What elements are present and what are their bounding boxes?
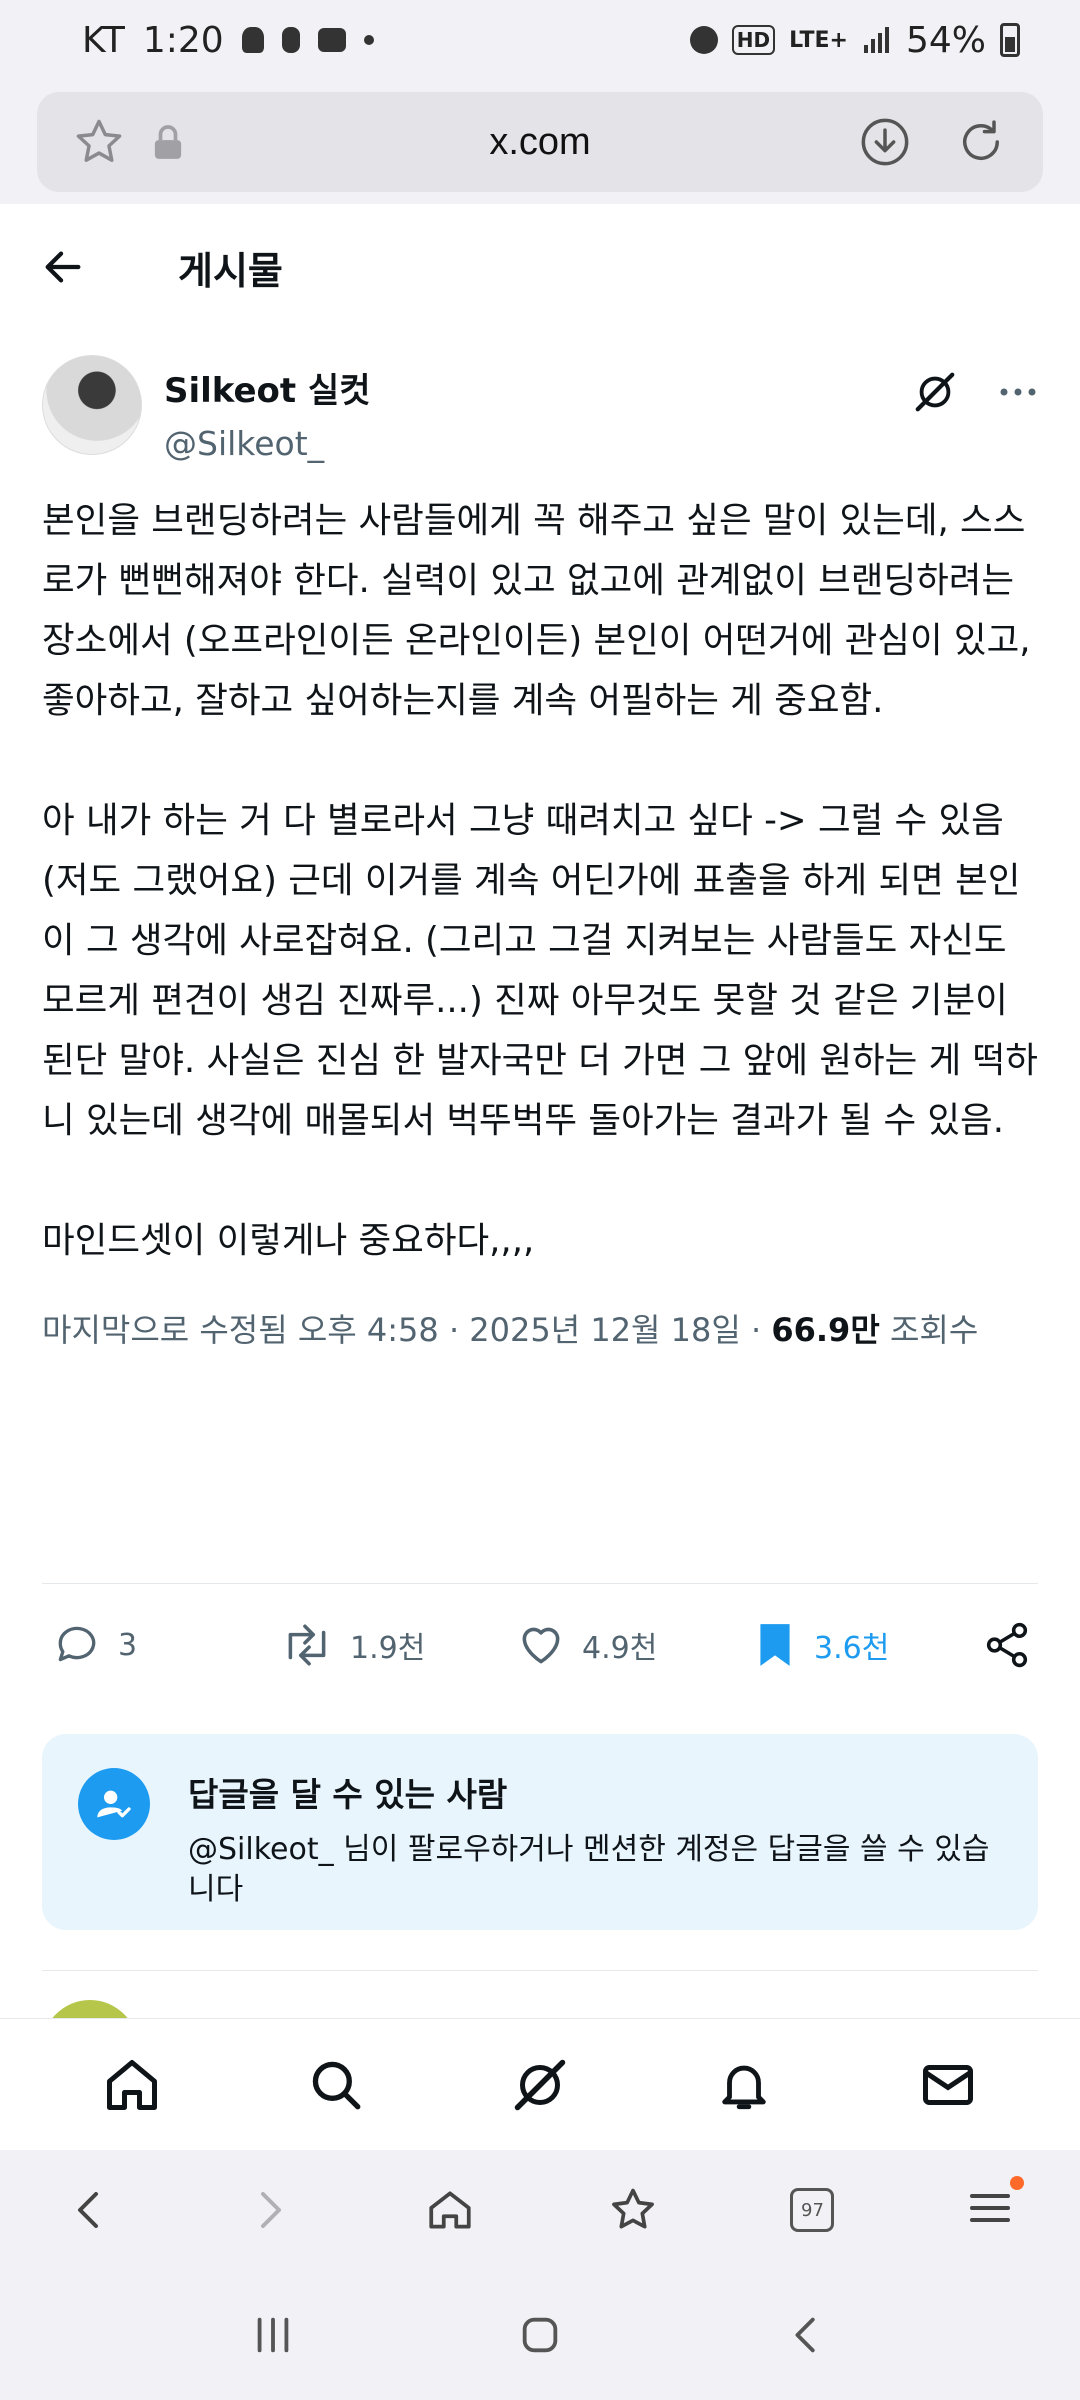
user-check-icon xyxy=(97,1790,131,1818)
nav-home[interactable] xyxy=(87,2040,177,2130)
tab-count: 97 xyxy=(801,2199,824,2221)
notification-icon xyxy=(241,27,264,53)
divider xyxy=(42,1583,1038,1584)
search-icon xyxy=(312,2061,361,2109)
post-actions: 3 1.9천 4.9천 3.6천 xyxy=(52,1610,1032,1680)
author-name[interactable]: Silkeot 실컷 xyxy=(164,363,371,412)
mail-icon xyxy=(923,2064,973,2105)
browser-forward-icon[interactable] xyxy=(245,2186,293,2234)
author-info: Silkeot 실컷 @Silkeot_ xyxy=(164,355,371,463)
author-row: Silkeot 실컷 @Silkeot_ xyxy=(42,355,1038,465)
clock: 1:20 xyxy=(142,19,224,61)
system-back-icon[interactable] xyxy=(784,2312,830,2358)
nav-search[interactable] xyxy=(291,2040,381,2130)
hd-icon: HD xyxy=(731,25,776,55)
system-navigation-bar xyxy=(0,2270,1080,2400)
grok-icon xyxy=(514,2059,566,2110)
address-bar[interactable]: x.com xyxy=(37,92,1043,192)
browser-back-icon[interactable] xyxy=(66,2186,114,2234)
lock-icon xyxy=(154,125,182,159)
battery-percent: 54% xyxy=(905,19,986,61)
star-icon[interactable] xyxy=(73,116,125,168)
bell-icon xyxy=(722,2065,766,2109)
heart-icon xyxy=(522,1627,560,1664)
more-options-icon[interactable] xyxy=(998,386,1038,398)
repost-icon xyxy=(288,1624,326,1666)
browser-address-area: x.com xyxy=(0,80,1080,204)
nav-notifications[interactable] xyxy=(699,2040,789,2130)
signal-icon xyxy=(863,27,889,53)
author-handle[interactable]: @Silkeot_ xyxy=(164,424,371,463)
reply-restriction-description: @Silkeot_ 님이 팔로우하거나 멘션한 계정은 답글을 쓸 수 있습니다 xyxy=(188,1832,990,1907)
status-right: HD LTE+ 54% xyxy=(689,19,1020,61)
reply-count: 3 xyxy=(118,1627,138,1663)
bookmark-count: 3.6천 xyxy=(814,1631,890,1666)
page-title: 게시물 xyxy=(178,248,283,293)
repost-button[interactable]: 1.9천 xyxy=(280,1620,516,1670)
app-bottom-nav xyxy=(0,2018,1080,2150)
page-header: 게시물 xyxy=(0,204,1080,330)
message-icon xyxy=(317,28,346,52)
bookmark-icon xyxy=(760,1624,790,1666)
browser-home-icon[interactable] xyxy=(425,2185,475,2235)
reply-icon xyxy=(58,1626,96,1662)
like-button[interactable]: 4.9천 xyxy=(516,1620,752,1670)
reply-button[interactable]: 3 xyxy=(52,1620,280,1670)
nav-grok[interactable] xyxy=(495,2040,585,2130)
next-reply-peek xyxy=(0,1970,1080,2018)
reply-avatar[interactable] xyxy=(42,2000,138,2018)
views-count: 66.9만 xyxy=(771,1311,880,1349)
url-left-icons xyxy=(73,116,183,168)
home-button-icon[interactable] xyxy=(517,2312,563,2358)
reply-restriction-card: 답글을 달 수 있는 사람 @Silkeot_ 님이 팔로우하거나 멘션한 계정… xyxy=(42,1734,1038,1930)
grok-icon[interactable] xyxy=(912,369,958,415)
menu-icon xyxy=(970,2194,1011,2222)
nav-messages[interactable] xyxy=(903,2040,993,2130)
share-button[interactable] xyxy=(982,1620,1032,1670)
bookmark-button[interactable]: 3.6천 xyxy=(752,1620,976,1670)
tabs-button[interactable]: 97 xyxy=(790,2188,835,2232)
notification-icon-2 xyxy=(281,27,300,53)
author-actions xyxy=(912,369,1038,415)
author-avatar[interactable] xyxy=(42,355,142,455)
bookmarks-star-icon[interactable] xyxy=(607,2184,659,2236)
lte-label: LTE+ xyxy=(789,27,848,53)
back-arrow-icon[interactable] xyxy=(40,244,86,290)
battery-icon xyxy=(1000,23,1020,57)
post-text: 본인을 브랜딩하려는 사람들에게 꼭 해주고 싶은 말이 있는데, 스스로가 뻔… xyxy=(42,500,1038,1261)
like-count: 4.9천 xyxy=(582,1631,658,1666)
more-notifications-icon xyxy=(363,35,374,45)
url-right-icons xyxy=(859,116,1007,168)
repost-count: 1.9천 xyxy=(350,1631,426,1666)
post-timestamp[interactable]: 마지막으로 수정됨 오후 4:58 · 2025년 12월 18일 · xyxy=(42,1311,771,1349)
post: Silkeot 실컷 @Silkeot_ 본인을 브랜딩하려는 사람들에게 꼭 … xyxy=(42,355,1038,1355)
reply-restriction-body: 답글을 달 수 있는 사람 @Silkeot_ 님이 팔로우하거나 멘션한 계정… xyxy=(188,1768,1002,1907)
browser-menu-button[interactable] xyxy=(966,2176,1025,2236)
carrier-label: KT xyxy=(82,19,125,61)
home-icon xyxy=(107,2059,157,2110)
download-icon[interactable] xyxy=(859,116,911,168)
status-left: KT 1:20 xyxy=(82,20,374,61)
menu-badge-dot xyxy=(1010,2176,1025,2190)
refresh-icon[interactable] xyxy=(955,116,1007,168)
browser-toolbar: 97 xyxy=(0,2150,1080,2270)
post-meta: 마지막으로 수정됨 오후 4:58 · 2025년 12월 18일 · 66.9… xyxy=(42,1305,1038,1355)
recent-apps-icon[interactable] xyxy=(250,2312,296,2358)
share-icon xyxy=(986,1622,1028,1668)
reply-restriction-title: 답글을 달 수 있는 사람 xyxy=(188,1775,508,1814)
reply-restriction-icon xyxy=(78,1768,150,1840)
views-label: 조회수 xyxy=(879,1311,979,1349)
status-bar: KT 1:20 HD LTE+ 54% xyxy=(0,0,1080,80)
alarm-icon xyxy=(689,26,718,54)
